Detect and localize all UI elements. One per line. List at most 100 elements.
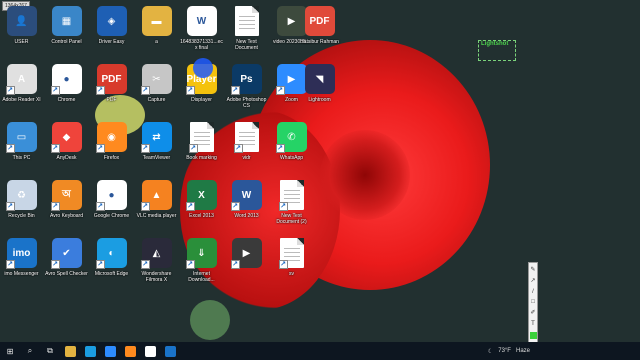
desktop-icon[interactable]: ↗ New Text Document (2) — [270, 174, 313, 232]
lightshot-tool[interactable]: ↗ — [530, 278, 537, 285]
desktop-icon[interactable]: A ↗ Adobe Reader XI — [0, 58, 43, 116]
desktop-icon[interactable]: PDF ↗ PDF — [90, 58, 133, 116]
lightshot-tool[interactable]: / — [530, 289, 537, 296]
driver-easy-icon: ◈ — [96, 6, 127, 36]
shortcut-arrow-icon: ↗ — [230, 260, 240, 269]
desktop-icon[interactable]: ◭ ↗ Wondershare Filmora X — [135, 232, 178, 290]
shortcut-arrow-icon: ↗ — [185, 260, 195, 269]
taskbar-app-button[interactable] — [60, 342, 80, 360]
whatsapp-icon: ✆ ↗ — [275, 122, 307, 153]
desktop-icon-label: WhatsApp — [279, 155, 304, 161]
text-doc-icon-3: ↗ — [278, 180, 304, 211]
taskbar-apps — [60, 342, 180, 360]
desktop-icon-label: New Text Document — [235, 39, 258, 51]
desktop-icon[interactable]: ⇓ ↗ Internet Download... — [180, 232, 223, 290]
desktop-icon-label: Microsoft Edge — [94, 271, 129, 277]
shortcut-arrow-icon: ↗ — [50, 86, 60, 95]
google-chrome-icon: ● ↗ — [95, 180, 127, 211]
desktop-icon-label: PDF — [106, 97, 117, 103]
desktop-icon[interactable]: Ps ↗ Adobe Photoshop CS — [225, 58, 268, 116]
spell-checker-icon: ✔ ↗ — [50, 238, 82, 269]
desktop-icon[interactable]: ▬ a — [135, 0, 178, 58]
desktop-icon[interactable]: ✂ ↗ Capture — [135, 58, 178, 116]
desktop-icon[interactable]: ● ↗ Google Chrome — [90, 174, 133, 232]
shortcut-arrow-icon: ↗ — [5, 144, 15, 153]
shortcut-arrow-icon: ↗ — [140, 144, 150, 153]
lightroom-icon: ◥ — [304, 64, 335, 94]
desktop-icon[interactable]: ⇄ ↗ TeamViewer — [135, 116, 178, 174]
start-icon[interactable]: ⊞ — [0, 342, 20, 360]
weather-moon-icon: ☾ — [487, 348, 494, 355]
filmora-icon: ◭ ↗ — [140, 238, 172, 269]
icon-glyph: X — [198, 189, 205, 201]
text-doc-icon-2: ↗ — [233, 122, 259, 153]
icon-glyph: imo — [12, 247, 31, 259]
text-doc-icon — [234, 6, 259, 36]
desktop-icon-label: Displayer — [191, 97, 212, 103]
desktop-icon[interactable]: ▶ ↗ — [225, 232, 268, 290]
task-view-icon[interactable]: ⧉ — [40, 342, 60, 360]
lightshot-vertical-toolbar: ✎ ↗ / □ ✐ T — [528, 262, 538, 344]
desktop-icon[interactable]: ✔ ↗ Avro Spell Checker — [45, 232, 88, 290]
desktop-icon[interactable]: ♻ ↗ Recycle Bin — [0, 174, 43, 232]
desktop-icon-label: Wondershare Filmora X — [141, 271, 172, 283]
flower-center — [320, 130, 410, 220]
search-icon[interactable]: ⌕ — [20, 342, 40, 360]
icon-glyph: ▲ — [151, 189, 162, 201]
lightshot-tool[interactable]: □ — [530, 299, 537, 306]
desktop-icon[interactable]: ◐ ↗ Microsoft Edge — [90, 232, 133, 290]
pdf-file-icon: PDF — [304, 6, 335, 36]
lightshot-tool[interactable]: ✐ — [530, 310, 537, 317]
taskbar-app-button[interactable] — [160, 342, 180, 360]
taskbar-app-button[interactable] — [80, 342, 100, 360]
shortcut-arrow-icon: ↗ — [275, 144, 285, 153]
icon-glyph: ✂ — [152, 73, 161, 85]
desktop-icon[interactable]: ◆ ↗ AnyDesk — [45, 116, 88, 174]
desktop-icon[interactable]: ▭ ↗ This PC — [0, 116, 43, 174]
desktop-icon[interactable]: W ↗ Word 2013 — [225, 174, 268, 232]
desktop-icon[interactable]: ▦ Control Panel — [45, 0, 88, 58]
icon-glyph: ◥ — [315, 73, 324, 85]
lightshot-tool[interactable]: ✎ — [530, 267, 537, 274]
desktop-icon[interactable]: ◈ Driver Easy — [90, 0, 133, 58]
icon-glyph: অ — [62, 188, 71, 200]
this-pc-icon: ▭ ↗ — [5, 122, 37, 153]
shortcut-arrow-icon: ↗ — [95, 260, 105, 269]
shortcut-arrow-icon: ↗ — [95, 202, 105, 211]
weather-label[interactable]: Haze — [516, 348, 530, 354]
desktop-icon[interactable]: ▲ ↗ VLC media player — [135, 174, 178, 232]
desktop-icon[interactable]: অ ↗ Avro Keyboard — [45, 174, 88, 232]
taskbar-app-button[interactable] — [100, 342, 120, 360]
desktop-icon-label: VLC media player — [136, 213, 177, 219]
taskbar-app-button[interactable] — [120, 342, 140, 360]
video-thumb-icon: ▶ ↗ — [230, 238, 262, 269]
desktop-icon-label: Chrome — [57, 97, 76, 103]
taskbar-app-button[interactable] — [140, 342, 160, 360]
shortcut-arrow-icon: ↗ — [233, 144, 243, 153]
desktop-icon[interactable]: X ↗ Excel 2013 — [180, 174, 223, 232]
desktop-icon-hatsibur[interactable]: PDF Hatsibur Rahman — [298, 0, 341, 45]
adobe-reader-icon: A ↗ — [5, 64, 37, 95]
desktop-icon[interactable]: ↗ sv — [270, 232, 313, 290]
desktop-icon[interactable]: ↗ Book marking — [180, 116, 223, 174]
lightshot-tool[interactable]: T — [530, 321, 537, 328]
shortcut-arrow-icon: ↗ — [188, 144, 198, 153]
desktop-icon[interactable]: ● ↗ Chrome — [45, 58, 88, 116]
shortcut-arrow-icon: ↗ — [140, 86, 150, 95]
desktop-icon[interactable]: New Text Document — [225, 0, 268, 58]
icon-glyph: 👤 — [15, 15, 28, 27]
shortcut-arrow-icon: ↗ — [5, 202, 15, 211]
color-picker[interactable] — [529, 331, 537, 339]
desktop-icon[interactable]: ↗ vidr — [225, 116, 268, 174]
desktop-icon-lightroom[interactable]: ◥ Lightroom — [298, 58, 341, 103]
excel-icon: X ↗ — [185, 180, 217, 211]
desktop-icon[interactable]: ◉ ↗ Firefox — [90, 116, 133, 174]
desktop-icon[interactable]: W 164838371331...ecx final — [180, 0, 223, 58]
icon-glyph: ● — [63, 73, 70, 85]
desktop-icon[interactable]: imo ↗ imo Messenger — [0, 232, 43, 290]
desktop-icon[interactable]: ✆ ↗ WhatsApp — [270, 116, 313, 174]
shortcut-arrow-icon: ↗ — [5, 86, 15, 95]
icon-glyph: ◈ — [107, 15, 116, 27]
desktop-icon[interactable]: 👤 USER — [0, 0, 43, 58]
icon-glyph: PDF — [309, 15, 330, 27]
